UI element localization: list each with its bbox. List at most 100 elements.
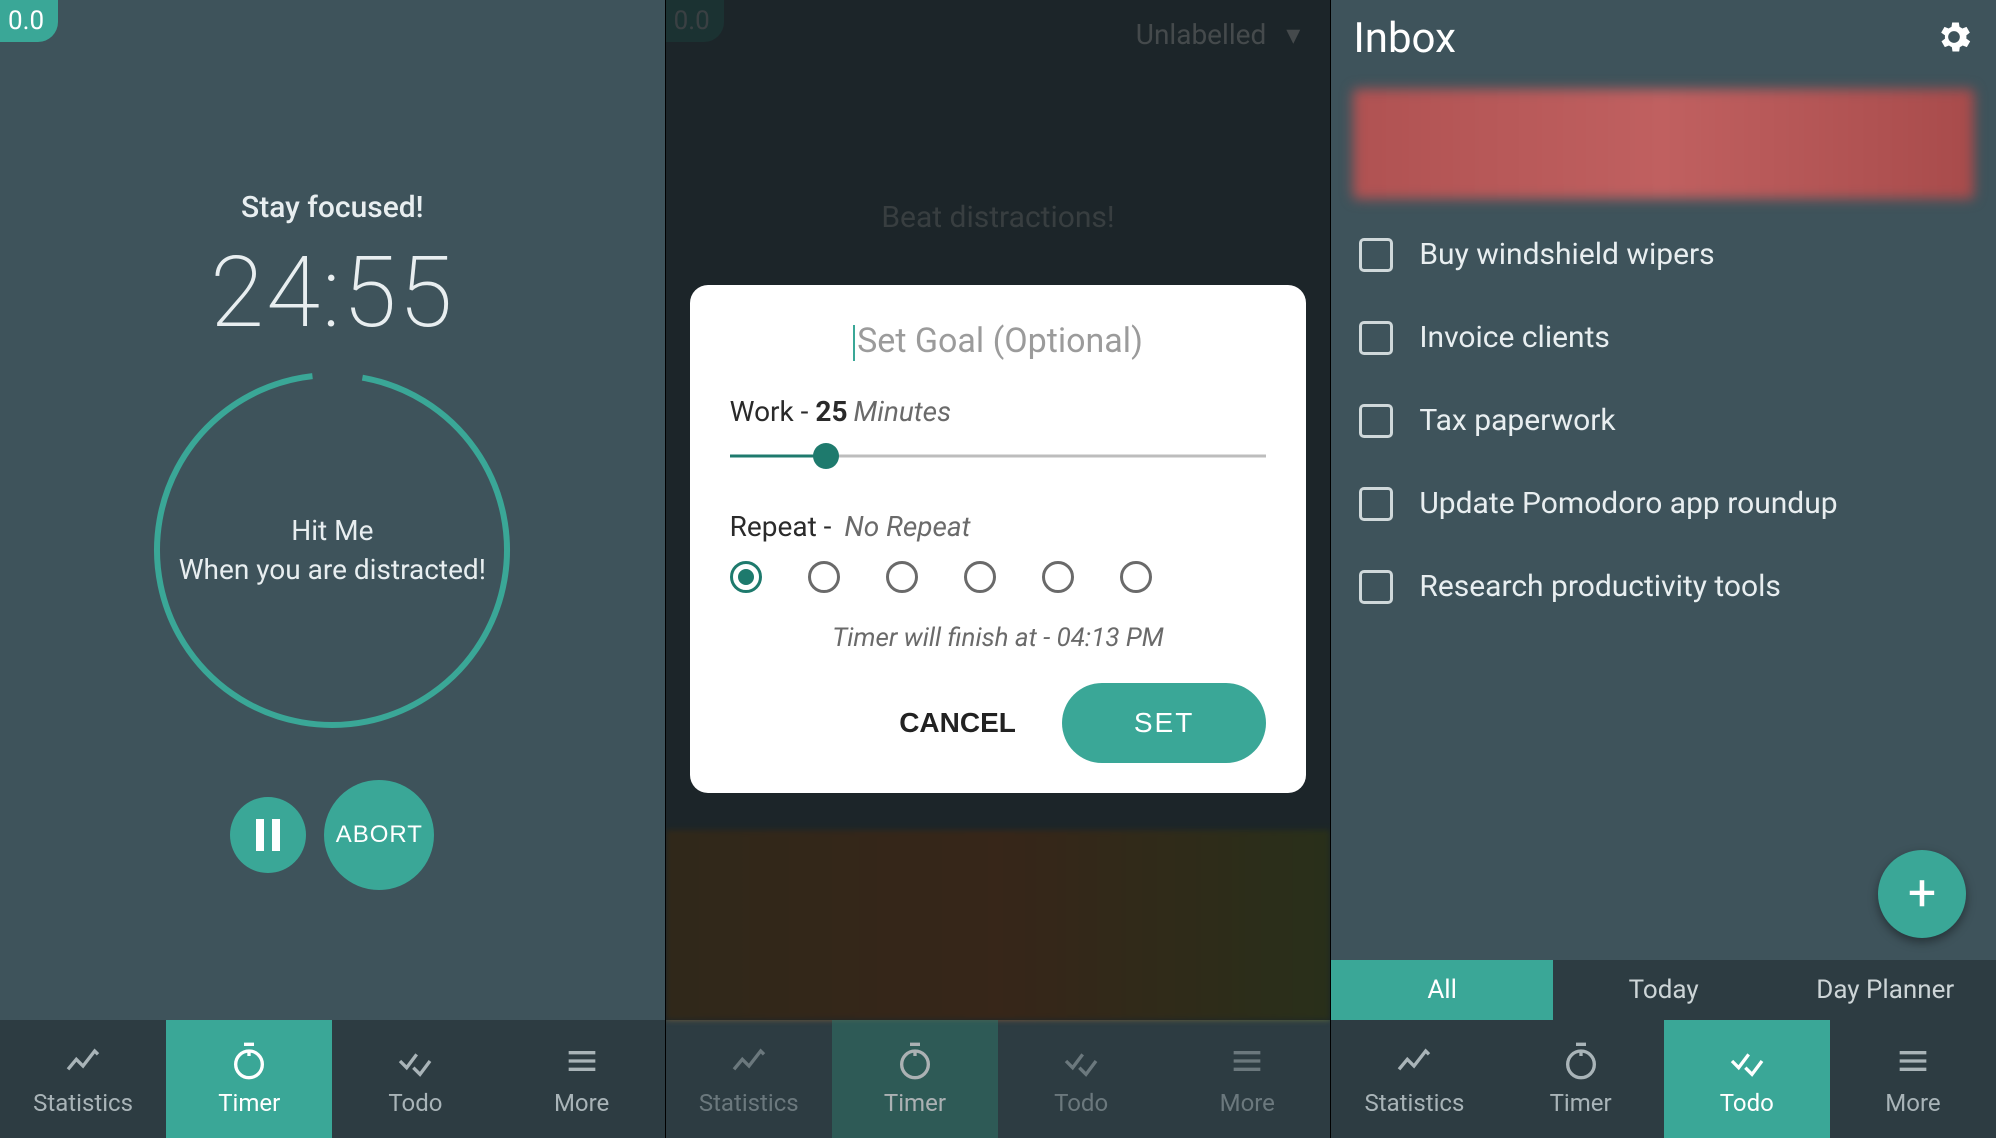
repeat-row: Repeat - No Repeat xyxy=(730,510,1267,593)
todo-text: Update Pomodoro app roundup xyxy=(1419,486,1837,521)
menu-icon xyxy=(1227,1041,1267,1081)
tab-day-planner[interactable]: Day Planner xyxy=(1774,960,1996,1020)
repeat-prefix: Repeat - xyxy=(730,510,839,543)
finish-time-text: Timer will finish at - 04:13 PM xyxy=(730,623,1267,653)
add-task-fab[interactable]: + xyxy=(1878,850,1966,938)
stats-icon xyxy=(729,1041,769,1081)
goal-input[interactable]: Set Goal (Optional) xyxy=(730,321,1267,361)
todo-text: Invoice clients xyxy=(1419,320,1610,355)
nav-todo-label: Todo xyxy=(388,1089,442,1117)
work-unit: Minutes xyxy=(854,395,952,428)
tab-all[interactable]: All xyxy=(1331,960,1553,1020)
focus-heading: Stay focused! xyxy=(241,190,424,225)
dialog-backdrop-body: Unlabelled ▾ Beat distractions! START Se… xyxy=(666,0,1331,1020)
bottom-nav: Statistics Timer Todo More xyxy=(0,1020,665,1138)
settings-button[interactable] xyxy=(1934,17,1974,61)
repeat-option-5[interactable] xyxy=(1120,561,1152,593)
nav-more[interactable]: More xyxy=(499,1020,665,1138)
nav-todo-label: Todo xyxy=(1054,1089,1108,1117)
nav-more[interactable]: More xyxy=(1830,1020,1996,1138)
ring-line2: When you are distracted! xyxy=(172,550,492,589)
nav-todo-label: Todo xyxy=(1720,1089,1774,1117)
repeat-label: Repeat - No Repeat xyxy=(730,510,1267,543)
screen-set-goal-dialog: 0.0 Unlabelled ▾ Beat distractions! STAR… xyxy=(665,0,1331,1138)
list-item[interactable]: Buy windshield wipers xyxy=(1353,213,1974,296)
checkbox[interactable] xyxy=(1359,404,1393,438)
stats-icon xyxy=(1394,1041,1434,1081)
work-row: Work - 25Minutes xyxy=(730,395,1267,476)
timer-icon xyxy=(1561,1041,1601,1081)
repeat-option-0[interactable] xyxy=(730,561,762,593)
work-label: Work - 25Minutes xyxy=(730,395,1267,428)
version-badge: 0.0 xyxy=(0,0,58,42)
nav-timer-label: Timer xyxy=(218,1089,280,1117)
nav-timer[interactable]: Timer xyxy=(1498,1020,1664,1138)
todo-text: Tax paperwork xyxy=(1419,403,1615,438)
redacted-banner xyxy=(1353,89,1974,199)
nav-timer[interactable]: Timer xyxy=(832,1020,998,1138)
todo-icon xyxy=(395,1041,435,1081)
checkbox[interactable] xyxy=(1359,321,1393,355)
abort-button[interactable]: ABORT xyxy=(324,780,434,890)
set-button[interactable]: SET xyxy=(1062,683,1266,763)
todo-icon xyxy=(1727,1041,1767,1081)
todo-text: Research productivity tools xyxy=(1419,569,1781,604)
stats-icon xyxy=(63,1041,103,1081)
todo-text: Buy windshield wipers xyxy=(1419,237,1714,272)
nav-timer[interactable]: Timer xyxy=(166,1020,332,1138)
cancel-button[interactable]: CANCEL xyxy=(889,687,1026,759)
screen-inbox: Inbox Buy windshield wipers Invoice clie… xyxy=(1330,0,1996,1138)
todo-icon xyxy=(1061,1041,1101,1081)
ring-hint: Hit Me When you are distracted! xyxy=(172,511,492,589)
goal-placeholder: Set Goal (Optional) xyxy=(857,321,1143,361)
checkbox[interactable] xyxy=(1359,570,1393,604)
repeat-option-3[interactable] xyxy=(964,561,996,593)
dialog-actions: CANCEL SET xyxy=(730,683,1267,763)
nav-more-label: More xyxy=(1220,1089,1275,1117)
work-slider[interactable] xyxy=(730,436,1267,476)
list-item[interactable]: Update Pomodoro app roundup xyxy=(1353,462,1974,545)
tab-today[interactable]: Today xyxy=(1553,960,1775,1020)
pause-icon xyxy=(254,819,282,851)
page-title: Inbox xyxy=(1353,14,1456,63)
slider-fill xyxy=(730,455,827,458)
plus-icon: + xyxy=(1908,865,1936,923)
repeat-option-4[interactable] xyxy=(1042,561,1074,593)
repeat-option-2[interactable] xyxy=(886,561,918,593)
nav-statistics-label: Statistics xyxy=(1364,1089,1464,1117)
nav-statistics-label: Statistics xyxy=(699,1089,799,1117)
nav-statistics[interactable]: Statistics xyxy=(666,1020,832,1138)
progress-ring[interactable]: Hit Me When you are distracted! xyxy=(142,360,522,740)
nav-statistics[interactable]: Statistics xyxy=(1331,1020,1497,1138)
timer-controls: ABORT xyxy=(230,780,434,890)
repeat-option-1[interactable] xyxy=(808,561,840,593)
bottom-nav: Statistics Timer Todo More xyxy=(1331,1020,1996,1138)
nav-todo[interactable]: Todo xyxy=(998,1020,1164,1138)
nav-statistics[interactable]: Statistics xyxy=(0,1020,166,1138)
nav-more[interactable]: More xyxy=(1164,1020,1330,1138)
menu-icon xyxy=(1893,1041,1933,1081)
nav-statistics-label: Statistics xyxy=(33,1089,133,1117)
work-value: 25 xyxy=(815,395,847,428)
slider-thumb[interactable] xyxy=(813,443,839,469)
gear-icon xyxy=(1934,17,1974,57)
nav-timer-label: Timer xyxy=(884,1089,946,1117)
nav-todo[interactable]: Todo xyxy=(1664,1020,1830,1138)
repeat-radio-group xyxy=(730,561,1267,593)
inbox-header: Inbox xyxy=(1331,0,1996,71)
pause-button[interactable] xyxy=(230,797,306,873)
list-item[interactable]: Invoice clients xyxy=(1353,296,1974,379)
checkbox[interactable] xyxy=(1359,487,1393,521)
todo-list: Buy windshield wipers Invoice clients Ta… xyxy=(1331,209,1996,960)
checkbox[interactable] xyxy=(1359,238,1393,272)
timer-icon xyxy=(229,1041,269,1081)
list-item[interactable]: Tax paperwork xyxy=(1353,379,1974,462)
menu-icon xyxy=(562,1041,602,1081)
list-item[interactable]: Research productivity tools xyxy=(1353,545,1974,628)
nav-todo[interactable]: Todo xyxy=(332,1020,498,1138)
bottom-nav: Statistics Timer Todo More xyxy=(666,1020,1331,1138)
nav-more-label: More xyxy=(1885,1089,1940,1117)
nav-more-label: More xyxy=(554,1089,609,1117)
work-prefix: Work - xyxy=(730,395,816,428)
repeat-value: No Repeat xyxy=(844,510,970,543)
